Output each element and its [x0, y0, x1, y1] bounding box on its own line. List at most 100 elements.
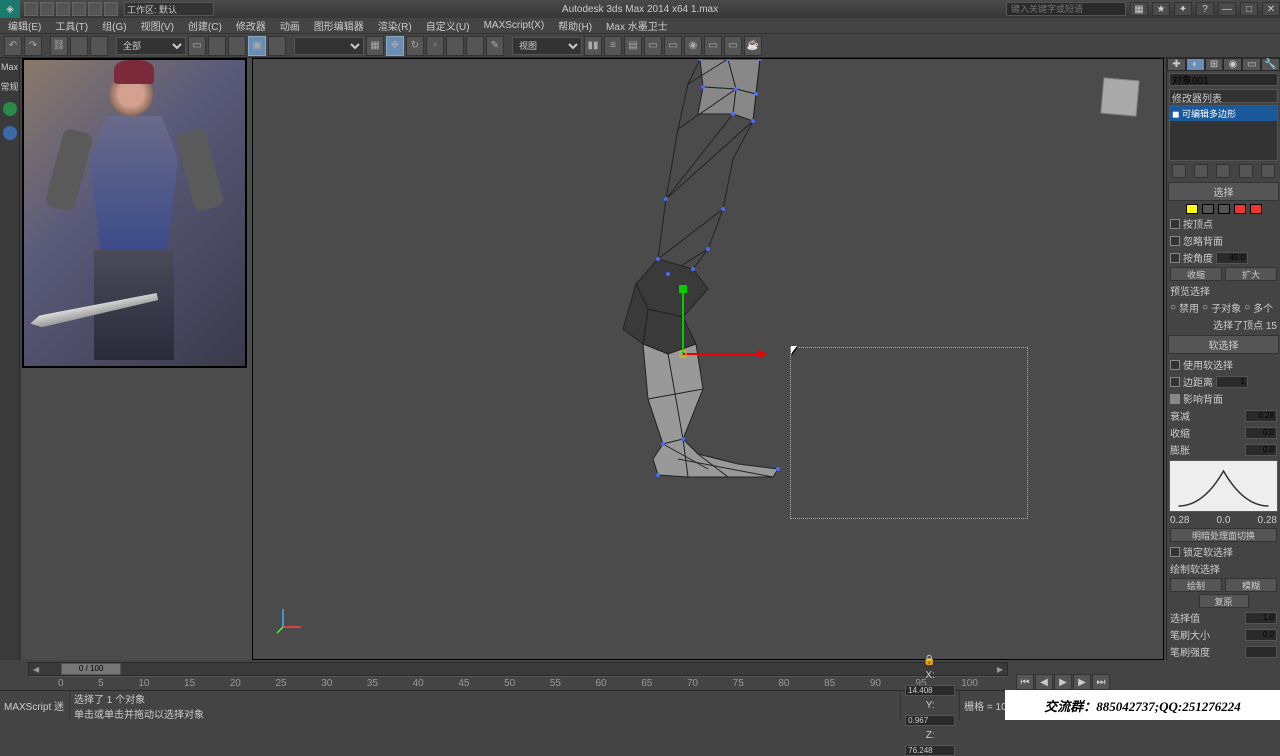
layers-button[interactable]: ▤ — [624, 36, 642, 56]
lock-selection-button[interactable]: 🔒 — [923, 655, 937, 666]
chk-affect-bf[interactable] — [1170, 394, 1180, 404]
redo-icon[interactable] — [88, 2, 102, 16]
manip-button[interactable]: ✎ — [486, 36, 504, 56]
menu-grapheditors[interactable]: 图形编辑器 — [310, 18, 368, 33]
unlink-button[interactable] — [70, 36, 88, 56]
viewport[interactable] — [22, 58, 1164, 660]
modifier-list-combo[interactable]: 修改器列表 — [1169, 89, 1278, 103]
falloff-spinner[interactable] — [1245, 410, 1277, 422]
track-bar[interactable]: 0510152025303540455055606570758085909510… — [28, 676, 1008, 690]
tab-hierarchy[interactable]: ⊞ — [1205, 58, 1224, 71]
strip-icon-2[interactable] — [3, 126, 17, 140]
menu-tools[interactable]: 工具(T) — [51, 18, 92, 33]
angle-spinner[interactable] — [1216, 252, 1248, 264]
menu-animation[interactable]: 动画 — [276, 18, 304, 33]
minimize-button[interactable]: — — [1218, 2, 1236, 16]
goto-start-button[interactable]: ⏮ — [1016, 674, 1034, 690]
move-button[interactable]: ✥ — [386, 36, 404, 56]
toggle-button[interactable]: ▦ — [366, 36, 384, 56]
shaded-toggle-button[interactable]: 明暗处理面切换 — [1170, 528, 1277, 542]
refcoord-button[interactable] — [446, 36, 464, 56]
modifier-stack[interactable]: ◼ 可编辑多边形 — [1169, 105, 1278, 161]
select-object-button[interactable]: ▭ — [188, 36, 206, 56]
subobj-element[interactable] — [1250, 204, 1262, 214]
menu-modifiers[interactable]: 修改器 — [232, 18, 270, 33]
shrink-button[interactable]: 收缩 — [1170, 267, 1222, 281]
coord-system[interactable]: 视图 — [512, 37, 582, 55]
chk-by-vertex[interactable] — [1170, 219, 1180, 229]
curve-editor-button[interactable]: ▭ — [644, 36, 662, 56]
redo-button[interactable]: ↷ — [24, 36, 42, 56]
selection-filter[interactable]: 全部 — [116, 37, 186, 55]
stack-item-editpoly[interactable]: ◼ 可编辑多边形 — [1170, 106, 1277, 121]
menu-group[interactable]: 组(G) — [98, 18, 130, 33]
rotate-button[interactable]: ↻ — [406, 36, 424, 56]
subobj-vertex[interactable] — [1186, 204, 1198, 214]
help-icon[interactable]: ? — [1196, 2, 1214, 16]
menu-custom[interactable]: Max 水墨卫士 — [602, 18, 672, 33]
align-button[interactable]: ≡ — [604, 36, 622, 56]
time-slider[interactable]: ◀ 0 / 100 ▶ — [28, 662, 1008, 676]
viewport-3d[interactable] — [252, 58, 1164, 660]
show-end-button[interactable] — [1194, 164, 1208, 178]
menu-rendering[interactable]: 渲染(R) — [374, 18, 416, 33]
subobj-polygon[interactable] — [1234, 204, 1246, 214]
coord-x-input[interactable] — [905, 685, 955, 696]
strip-icon-1[interactable] — [3, 102, 17, 116]
render-setup-button[interactable]: ▭ — [704, 36, 722, 56]
maximize-button[interactable]: □ — [1240, 2, 1258, 16]
pin-stack-button[interactable] — [1172, 164, 1186, 178]
subobj-edge[interactable] — [1202, 204, 1214, 214]
play-button[interactable]: ▶ — [1054, 674, 1072, 690]
link-icon[interactable] — [104, 2, 118, 16]
next-frame-button[interactable]: ▶ — [1073, 674, 1091, 690]
open-icon[interactable] — [40, 2, 54, 16]
bubble-spinner[interactable] — [1245, 444, 1277, 456]
brushsize-spinner[interactable] — [1245, 629, 1277, 641]
named-selection[interactable] — [294, 37, 364, 55]
brushstr-spinner[interactable] — [1245, 646, 1277, 658]
window-crossing-button[interactable]: ▣ — [248, 36, 266, 56]
rollout-selection[interactable]: 选择 — [1168, 182, 1279, 201]
remove-mod-button[interactable] — [1239, 164, 1253, 178]
link-button[interactable]: ⛓ — [50, 36, 68, 56]
render-frame-button[interactable]: ▭ — [724, 36, 742, 56]
tab-display[interactable]: ▭ — [1242, 58, 1261, 71]
new-icon[interactable] — [24, 2, 38, 16]
undo-button[interactable]: ↶ — [4, 36, 22, 56]
prev-frame-button[interactable]: ◀ — [1035, 674, 1053, 690]
menu-create[interactable]: 创建(C) — [184, 18, 226, 33]
revert-button[interactable]: 复原 — [1199, 594, 1249, 608]
scale-button[interactable]: ▫ — [426, 36, 444, 56]
tab-modify[interactable]: ◐ — [1186, 58, 1205, 71]
schematic-button[interactable]: ▭ — [664, 36, 682, 56]
tab-utilities[interactable]: 🔧 — [1261, 58, 1280, 71]
menu-help[interactable]: 帮助(H) — [554, 18, 596, 33]
signin-icon[interactable]: ▦ — [1130, 2, 1148, 16]
rollout-softsel[interactable]: 软选择 — [1168, 335, 1279, 354]
bind-button[interactable] — [90, 36, 108, 56]
selval-spinner[interactable] — [1245, 612, 1277, 624]
grow-button[interactable]: 扩大 — [1225, 267, 1277, 281]
undo-icon[interactable] — [72, 2, 86, 16]
chk-by-angle[interactable] — [1170, 253, 1180, 263]
edge-dist-spinner[interactable] — [1216, 376, 1248, 388]
chk-use-soft[interactable] — [1170, 360, 1180, 370]
pinch-spinner[interactable] — [1245, 427, 1277, 439]
object-name-input[interactable] — [1169, 73, 1278, 86]
tab-create[interactable]: ✚ — [1167, 58, 1186, 71]
coord-z-input[interactable] — [905, 745, 955, 756]
time-slider-thumb[interactable]: 0 / 100 — [61, 663, 121, 675]
select-region-button[interactable] — [228, 36, 246, 56]
coord-y-input[interactable] — [905, 715, 955, 726]
workspace-combo[interactable] — [124, 2, 214, 16]
paint-button[interactable]: 绘制 — [1170, 578, 1222, 592]
configure-button[interactable] — [1261, 164, 1275, 178]
material-button[interactable]: ◉ — [684, 36, 702, 56]
chk-lock-soft[interactable] — [1170, 547, 1180, 557]
menu-maxscript[interactable]: MAXScript(X) — [480, 20, 549, 31]
select-name-button[interactable] — [208, 36, 226, 56]
chk-ignore-bf[interactable] — [1170, 236, 1180, 246]
star-icon[interactable]: ★ — [1152, 2, 1170, 16]
unique-button[interactable] — [1216, 164, 1230, 178]
